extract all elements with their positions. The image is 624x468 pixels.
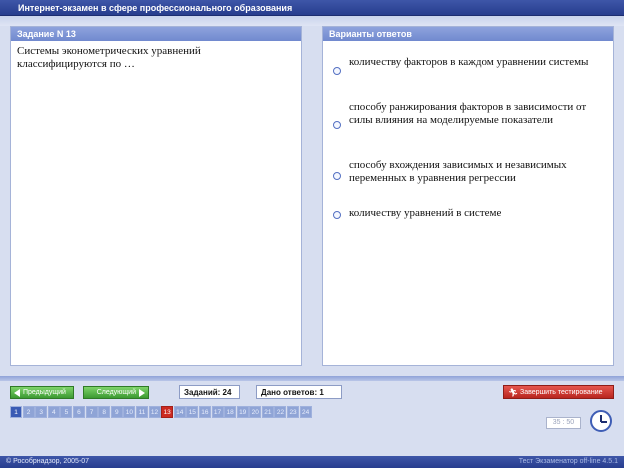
page-button-5[interactable]: 5 [60,406,73,418]
version-text: Тест Экзаменатор off-line 4.5.1 [518,458,618,465]
page-button-2[interactable]: 2 [22,406,35,418]
answer-option-text: способу ранжирования факторов в зависимо… [349,101,587,126]
answers-panel-header: Варианты ответов [323,27,613,41]
header-band [0,16,624,26]
radio-button[interactable] [333,211,341,219]
page-button-21[interactable]: 21 [261,406,274,418]
page-button-14[interactable]: 14 [173,406,186,418]
page-button-12[interactable]: 12 [148,406,161,418]
page-button-4[interactable]: 4 [47,406,60,418]
prev-button[interactable]: Предыдущий [10,386,74,399]
page-button-19[interactable]: 19 [236,406,249,418]
finish-test-label: Завершить тестирование [520,388,603,396]
page-button-16[interactable]: 16 [198,406,211,418]
page-button-22[interactable]: 22 [274,406,287,418]
page-button-8[interactable]: 8 [98,406,111,418]
next-button-label: Следующий [96,389,136,396]
answer-option-text: количеству факторов в каждом уравнении с… [349,56,589,68]
page-button-15[interactable]: 15 [186,406,199,418]
page-button-10[interactable]: 10 [123,406,136,418]
separator-bar [0,376,624,381]
finish-test-button[interactable]: 🏃︎ Завершить тестирование [503,385,614,399]
app-title: Интернет-экзамен в сфере профессионально… [18,3,293,13]
page-button-11[interactable]: 11 [135,406,148,418]
runner-icon: 🏃︎ [508,387,519,397]
answer-option-text: количеству уравнений в системе [349,207,502,219]
next-button[interactable]: Следующий [83,386,149,399]
page-button-24[interactable]: 24 [299,406,312,418]
prev-button-label: Предыдущий [23,389,66,396]
page-button-23[interactable]: 23 [287,406,300,418]
question-text: Системы эконометрических уравнений класс… [17,45,201,70]
clock-icon [590,410,612,432]
task-panel: Задание N 13 Системы эконометрических ур… [10,26,302,366]
page-button-13[interactable]: 13 [161,406,174,418]
page-button-18[interactable]: 18 [224,406,237,418]
radio-button[interactable] [333,67,341,75]
answered-count: Дано ответов: 1 [256,385,342,399]
page-button-20[interactable]: 20 [249,406,262,418]
page-button-3[interactable]: 3 [35,406,48,418]
app-title-bar: Интернет-экзамен в сфере профессионально… [0,0,624,16]
radio-button[interactable] [333,121,341,129]
task-panel-header: Задание N 13 [11,27,301,41]
answers-panel: Варианты ответов количеству факторов в к… [322,26,614,366]
timer-display: 35 : 50 [546,417,581,429]
page-button-17[interactable]: 17 [211,406,224,418]
page-button-1[interactable]: 1 [10,406,22,418]
arrow-right-icon [139,388,145,397]
page-navigation: 1 2 3 4 5 6 7 8 9 10 11 12 13 14 15 16 17 18 19 20 21 22 23 24 [10,406,312,419]
footer-bar: © Рособрнадзор, 2005-07 Тест Экзаменатор… [0,456,624,468]
answer-option-text: способу вхождения зависимых и независимы… [349,159,567,184]
arrow-left-icon [14,388,20,397]
copyright-text: © Рособрнадзор, 2005-07 [6,458,90,465]
tasks-count: Заданий: 24 [179,385,240,399]
page-button-9[interactable]: 9 [110,406,123,418]
page-button-7[interactable]: 7 [85,406,98,418]
radio-button[interactable] [333,172,341,180]
page-button-6[interactable]: 6 [72,406,85,418]
